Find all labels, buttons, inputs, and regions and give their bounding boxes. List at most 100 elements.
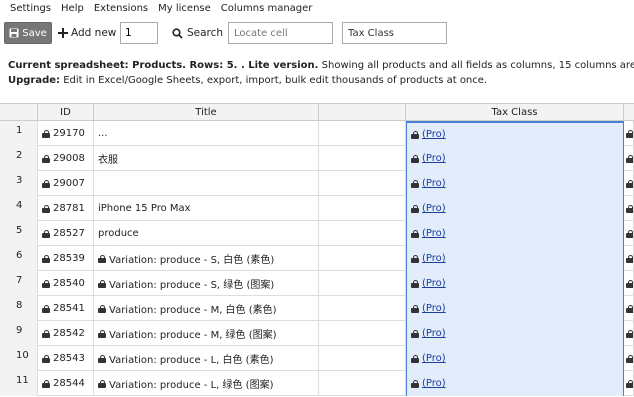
menu-settings[interactable]: Settings	[0, 3, 56, 14]
tax-class-cell[interactable]: (Pro)	[406, 146, 624, 171]
next-column-cell[interactable]	[624, 196, 634, 221]
id-cell[interactable]: 28541	[38, 296, 94, 321]
header-id[interactable]: ID	[38, 104, 94, 121]
tax-class-cell[interactable]: (Pro)	[406, 371, 624, 396]
tax-class-cell[interactable]: (Pro)	[406, 246, 624, 271]
blank-cell[interactable]	[319, 371, 406, 396]
title-cell[interactable]: ...	[94, 121, 319, 146]
next-column-cell[interactable]	[624, 246, 634, 271]
tax-class-cell[interactable]: (Pro)	[406, 196, 624, 221]
lock-icon	[98, 354, 106, 363]
id-cell[interactable]: 28543	[38, 346, 94, 371]
menu-extensions[interactable]: Extensions	[89, 3, 153, 14]
save-button[interactable]: Save	[4, 22, 52, 44]
blank-cell[interactable]	[319, 146, 406, 171]
id-cell[interactable]: 29170	[38, 121, 94, 146]
table-row: 9 28542 Variation: produce - M, 绿色 (图案) (Pr…	[0, 321, 634, 346]
pro-link[interactable]: (Pro)	[422, 253, 446, 264]
id-cell[interactable]: 29008	[38, 146, 94, 171]
title-value: Variation: produce - M, 白色 (素色)	[109, 305, 277, 316]
tax-class-cell[interactable]: (Pro)	[406, 221, 624, 246]
title-cell[interactable]: Variation: produce - M, 白色 (素色)	[94, 296, 319, 321]
search-button[interactable]: Search	[172, 22, 223, 44]
lock-icon	[42, 154, 50, 163]
tax-class-cell[interactable]: (Pro)	[406, 346, 624, 371]
column-select-input[interactable]	[342, 22, 447, 44]
id-cell[interactable]: 28542	[38, 321, 94, 346]
lock-icon	[42, 304, 50, 313]
title-cell[interactable]: Variation: produce - S, 白色 (素色)	[94, 246, 319, 271]
menu-my-license[interactable]: My license	[153, 3, 216, 14]
lock-icon	[626, 304, 633, 313]
next-column-cell[interactable]	[624, 121, 634, 146]
lock-icon	[626, 204, 633, 213]
next-column-cell[interactable]	[624, 271, 634, 296]
add-quantity-input[interactable]	[120, 22, 158, 44]
pro-link[interactable]: (Pro)	[422, 328, 446, 339]
next-column-cell[interactable]	[624, 321, 634, 346]
header-title[interactable]: Title	[94, 104, 319, 121]
id-value: 28542	[53, 328, 85, 339]
id-cell[interactable]: 29007	[38, 171, 94, 196]
row-number: 6	[0, 246, 38, 271]
title-cell[interactable]: Variation: produce - L, 白色 (素色)	[94, 346, 319, 371]
row-number: 10	[0, 346, 38, 371]
tax-class-cell[interactable]: (Pro)	[406, 121, 624, 146]
id-cell[interactable]: 28544	[38, 371, 94, 396]
blank-cell[interactable]	[319, 246, 406, 271]
title-cell[interactable]: Variation: produce - L, 绿色 (图案)	[94, 371, 319, 396]
header-next-column[interactable]	[624, 104, 634, 121]
id-cell[interactable]: 28781	[38, 196, 94, 221]
pro-link[interactable]: (Pro)	[422, 378, 446, 389]
pro-link[interactable]: (Pro)	[422, 153, 446, 164]
lock-icon	[626, 154, 633, 163]
blank-cell[interactable]	[319, 346, 406, 371]
title-cell[interactable]: 衣服	[94, 146, 319, 171]
id-cell[interactable]: 28539	[38, 246, 94, 271]
locate-cell-input[interactable]	[228, 22, 333, 44]
blank-cell[interactable]	[319, 196, 406, 221]
add-new-button[interactable]: Add new	[58, 22, 116, 44]
pro-link[interactable]: (Pro)	[422, 228, 446, 239]
title-cell[interactable]: Variation: produce - M, 绿色 (图案)	[94, 321, 319, 346]
menu-columns-manager[interactable]: Columns manager	[216, 3, 318, 14]
tax-class-cell[interactable]: (Pro)	[406, 171, 624, 196]
pro-link[interactable]: (Pro)	[422, 129, 446, 140]
title-cell[interactable]	[94, 171, 319, 196]
pro-link[interactable]: (Pro)	[422, 178, 446, 189]
pro-link[interactable]: (Pro)	[422, 203, 446, 214]
tax-class-cell[interactable]: (Pro)	[406, 321, 624, 346]
header-tax-class[interactable]: Tax Class	[406, 104, 624, 121]
title-value: Variation: produce - L, 白色 (素色)	[109, 355, 274, 366]
pro-link[interactable]: (Pro)	[422, 303, 446, 314]
plus-icon	[58, 28, 68, 38]
tax-class-cell[interactable]: (Pro)	[406, 296, 624, 321]
tax-class-cell[interactable]: (Pro)	[406, 271, 624, 296]
next-column-cell[interactable]	[624, 371, 634, 396]
table-row: 2 29008 衣服 (Pro)	[0, 146, 634, 171]
lock-icon	[411, 179, 419, 188]
table-row: 1 29170... (Pro)	[0, 121, 634, 146]
menu-help[interactable]: Help	[56, 3, 89, 14]
blank-cell[interactable]	[319, 271, 406, 296]
blank-cell[interactable]	[319, 221, 406, 246]
header-blank[interactable]	[319, 104, 406, 121]
id-value: 28527	[53, 228, 85, 239]
blank-cell[interactable]	[319, 296, 406, 321]
title-cell[interactable]: iPhone 15 Pro Max	[94, 196, 319, 221]
blank-cell[interactable]	[319, 171, 406, 196]
pro-link[interactable]: (Pro)	[422, 278, 446, 289]
next-column-cell[interactable]	[624, 296, 634, 321]
id-cell[interactable]: 28527	[38, 221, 94, 246]
pro-link[interactable]: (Pro)	[422, 353, 446, 364]
title-cell[interactable]: produce	[94, 221, 319, 246]
blank-cell[interactable]	[319, 121, 406, 146]
title-cell[interactable]: Variation: produce - S, 绿色 (图案)	[94, 271, 319, 296]
next-column-cell[interactable]	[624, 346, 634, 371]
next-column-cell[interactable]	[624, 171, 634, 196]
next-column-cell[interactable]	[624, 221, 634, 246]
id-cell[interactable]: 28540	[38, 271, 94, 296]
blank-cell[interactable]	[319, 321, 406, 346]
lock-icon	[411, 354, 419, 363]
next-column-cell[interactable]	[624, 146, 634, 171]
